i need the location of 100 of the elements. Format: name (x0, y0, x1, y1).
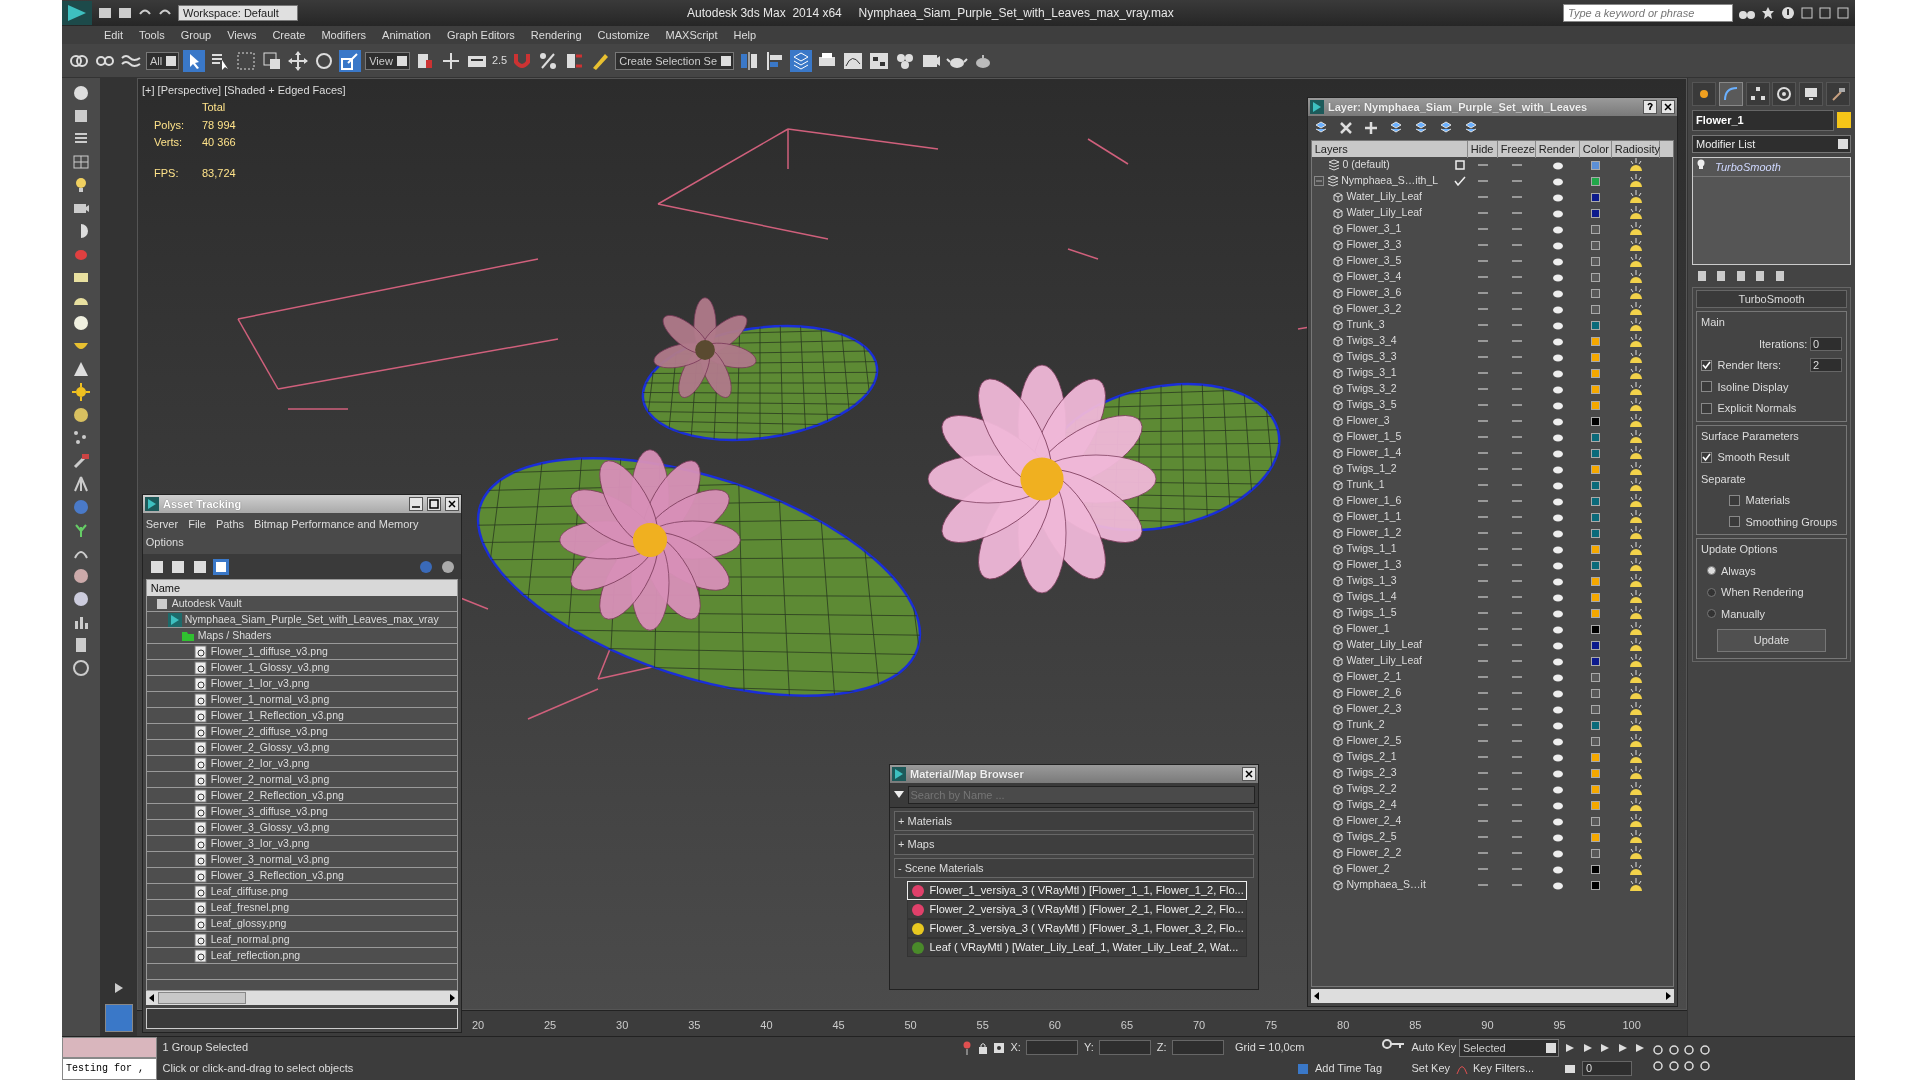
menu-item[interactable]: Server (145, 515, 179, 533)
layer-item[interactable]: Flower_1_5 (1311, 429, 1452, 445)
column-header[interactable]: Hide (1467, 141, 1498, 158)
layer-item[interactable]: Trunk_1 (1311, 477, 1452, 493)
tree-item[interactable]: Flower_2_normal_v3.png (146, 772, 458, 789)
search-field[interactable]: Type a keyword or phrase (1563, 4, 1733, 22)
modifier-list-dropdown[interactable]: Modifier List (1692, 134, 1851, 153)
material-item[interactable]: Flower_2_versiya_3 ( VRayMtl ) [Flower_2_1, Flower_2_2, Flo... (906, 900, 1247, 919)
tree-item[interactable]: Flower_3_Ior_v3.png (146, 836, 458, 853)
modifier-stack-item[interactable]: TurboSmooth (1693, 157, 1850, 177)
menu-item[interactable]: Edit (96, 26, 131, 44)
add-time-tag[interactable]: Add Time Tag (1314, 1060, 1382, 1077)
layer-item[interactable]: Water_Lily_Leaf (1311, 205, 1452, 221)
material-item[interactable]: Leaf ( VRayMtl ) [Water_Lily_Leaf_1, Water_Lily_Leaf_2, Wat... (906, 938, 1247, 957)
menu-item[interactable]: Bitmap Performance and Memory (254, 515, 419, 533)
layer-item[interactable]: Flower_2_6 (1311, 685, 1452, 701)
menu-item[interactable]: Create (264, 26, 314, 44)
menu-item[interactable]: Tools (130, 26, 173, 44)
menu-item[interactable]: Graph Editors (438, 26, 523, 44)
layer-item[interactable]: Flower_1 (1311, 621, 1452, 637)
menu-item[interactable]: Help (725, 26, 765, 44)
object-name-field[interactable]: Flower_1 (1692, 110, 1835, 131)
tree-item[interactable]: Flower_3_normal_v3.png (146, 852, 458, 869)
layer-item[interactable]: Flower_3_4 (1311, 269, 1452, 285)
layer-item[interactable]: Flower_2_1 (1311, 669, 1452, 685)
layer-item[interactable]: Twigs_3_4 (1311, 333, 1452, 349)
render-iters-spinner[interactable]: 2 (1810, 358, 1842, 373)
column-header[interactable]: Name (146, 580, 458, 597)
menu-item[interactable]: Customize (589, 26, 658, 44)
layer-item[interactable]: Nymphaea_S…ith_L (1311, 173, 1452, 189)
column-header[interactable]: Freeze (1497, 141, 1536, 158)
tree-item[interactable]: Flower_2_diffuse_v3.png (146, 724, 458, 741)
layer-item[interactable]: Water_Lily_Leaf (1311, 637, 1452, 653)
layer-item[interactable]: Flower_1_4 (1311, 445, 1452, 461)
layer-item[interactable]: Twigs_2_5 (1311, 829, 1452, 845)
set-key-button[interactable]: Set Key (1411, 1060, 1451, 1077)
layer-item[interactable]: Twigs_2_4 (1311, 797, 1452, 813)
layer-item[interactable]: Twigs_3_5 (1311, 397, 1452, 413)
layer-item[interactable]: Twigs_1_1 (1311, 541, 1452, 557)
menu-item[interactable]: Animation (374, 26, 439, 44)
layer-item[interactable]: Twigs_3_1 (1311, 365, 1452, 381)
material-item[interactable]: Flower_3_versiya_3 ( VRayMtl ) [Flower_3_1, Flower_3_2, Flo... (906, 919, 1247, 938)
menu-item[interactable]: Modifiers (313, 26, 375, 44)
tree-item[interactable]: Leaf_diffuse.png (146, 884, 458, 901)
layer-item[interactable]: Flower_3 (1311, 413, 1452, 429)
layer-item[interactable]: Flower_2 (1311, 861, 1452, 877)
layer-item[interactable]: Twigs_2_2 (1311, 781, 1452, 797)
menu-item[interactable]: Paths (215, 515, 245, 533)
iterations-spinner[interactable]: 0 (1810, 336, 1842, 351)
section-header[interactable]: + Materials (894, 810, 1254, 831)
tree-item[interactable]: Leaf_fresnel.png (146, 900, 458, 917)
tree-item[interactable]: Flower_1_Reflection_v3.png (146, 708, 458, 725)
layer-item[interactable]: Nymphaea_S…it (1311, 877, 1452, 893)
section-header[interactable]: + Maps (894, 834, 1254, 855)
tree-item[interactable]: Flower_2_Reflection_v3.png (146, 788, 458, 805)
selection-filter-dropdown[interactable]: All (146, 51, 180, 70)
menu-item[interactable]: Rendering (522, 26, 590, 44)
tree-item[interactable]: Flower_1_Glossy_v3.png (146, 660, 458, 677)
column-header[interactable]: Color (1579, 141, 1612, 158)
tree-item[interactable]: Flower_3_diffuse_v3.png (146, 804, 458, 821)
column-header[interactable]: Render (1535, 141, 1580, 158)
material-item[interactable]: Flower_1_versiya_3 ( VRayMtl ) [Flower_1_1, Flower_1_2, Flo... (906, 881, 1247, 900)
menu-item[interactable]: File (188, 515, 206, 533)
layer-item[interactable]: Twigs_1_4 (1311, 589, 1452, 605)
layer-item[interactable]: Twigs_2_3 (1311, 765, 1452, 781)
menu-item[interactable]: Views (219, 26, 265, 44)
tree-item[interactable]: Flower_2_Glossy_v3.png (146, 740, 458, 757)
tree-item[interactable]: Flower_3_Glossy_v3.png (146, 820, 458, 837)
layer-item[interactable]: Flower_2_3 (1311, 701, 1452, 717)
layer-item[interactable]: 0 (default) (1311, 157, 1452, 173)
layer-item[interactable]: Flower_3_5 (1311, 253, 1452, 269)
layer-item[interactable]: Twigs_3_2 (1311, 381, 1452, 397)
menu-item[interactable]: Group (172, 26, 220, 44)
tree-item[interactable]: Flower_2_Ior_v3.png (146, 756, 458, 773)
layer-item[interactable]: Flower_3_3 (1311, 237, 1452, 253)
layer-item[interactable]: Flower_1_3 (1311, 557, 1452, 573)
layer-item[interactable]: Flower_3_1 (1311, 221, 1452, 237)
layer-item[interactable]: Twigs_1_2 (1311, 461, 1452, 477)
layer-item[interactable]: Twigs_3_3 (1311, 349, 1452, 365)
tree-item[interactable]: Flower_1_Ior_v3.png (146, 676, 458, 693)
workspace-dropdown[interactable]: Workspace: Default (178, 5, 298, 21)
named-selection-dropdown[interactable]: Create Selection Se (615, 51, 735, 70)
layer-item[interactable]: Flower_2_4 (1311, 813, 1452, 829)
layer-item[interactable]: Flower_2_5 (1311, 733, 1452, 749)
layer-item[interactable]: Trunk_3 (1311, 317, 1452, 333)
layer-item[interactable]: Flower_1_6 (1311, 493, 1452, 509)
layer-item[interactable]: Water_Lily_Leaf (1311, 189, 1452, 205)
tree-item[interactable]: Leaf_reflection.png (146, 948, 458, 965)
rollout-header[interactable]: TurboSmooth (1696, 289, 1847, 308)
tree-item[interactable]: Flower_1_diffuse_v3.png (146, 644, 458, 661)
key-mode-dropdown[interactable]: Selected (1458, 1038, 1559, 1057)
layer-item[interactable]: Twigs_1_3 (1311, 573, 1452, 589)
column-header[interactable]: Layers (1311, 141, 1468, 158)
layer-item[interactable]: Twigs_1_5 (1311, 605, 1452, 621)
reference-coordinate-dropdown[interactable]: View (365, 51, 410, 70)
tree-item[interactable]: Maps / Shaders (146, 628, 458, 645)
section-header[interactable]: - Scene Materials (894, 857, 1254, 878)
listener-output[interactable]: Testing for , (62, 1058, 157, 1080)
menu-item[interactable]: MAXScript (657, 26, 726, 44)
layer-item[interactable]: Twigs_2_1 (1311, 749, 1452, 765)
